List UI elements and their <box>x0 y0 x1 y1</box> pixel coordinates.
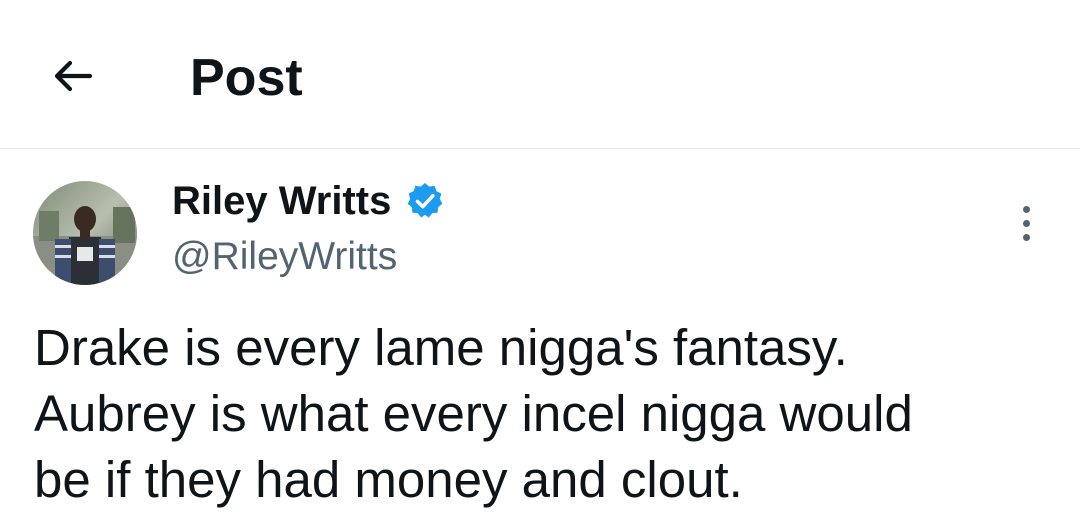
post-text-line: Drake is every lame nigga's fantasy. <box>34 319 848 376</box>
post-screen: Post Riley Writts @RileyWritts Drake is … <box>0 0 1080 525</box>
more-vertical-icon-dot <box>1022 233 1030 241</box>
author-name-row[interactable]: Riley Writts <box>172 177 445 225</box>
more-options-button[interactable] <box>1006 201 1046 245</box>
author-handle[interactable]: @RileyWritts <box>172 233 397 281</box>
avatar[interactable] <box>33 181 137 285</box>
post-text: Drake is every lame nigga's fantasy. Aub… <box>34 315 1054 513</box>
more-vertical-icon <box>1022 205 1030 213</box>
more-vertical-icon-dot <box>1022 219 1030 227</box>
post: Riley Writts @RileyWritts Drake is every… <box>0 149 1080 525</box>
back-button[interactable] <box>40 44 104 108</box>
post-text-line: Aubrey is what every incel nigga would <box>34 385 913 442</box>
page-title: Post <box>190 49 303 107</box>
top-bar: Post <box>0 0 1080 149</box>
arrow-left-icon <box>54 60 93 92</box>
verified-badge-icon <box>408 183 443 218</box>
post-text-line: be if they had money and clout. <box>34 451 743 508</box>
avatar-photo <box>33 181 137 285</box>
author-name: Riley Writts <box>172 179 392 223</box>
